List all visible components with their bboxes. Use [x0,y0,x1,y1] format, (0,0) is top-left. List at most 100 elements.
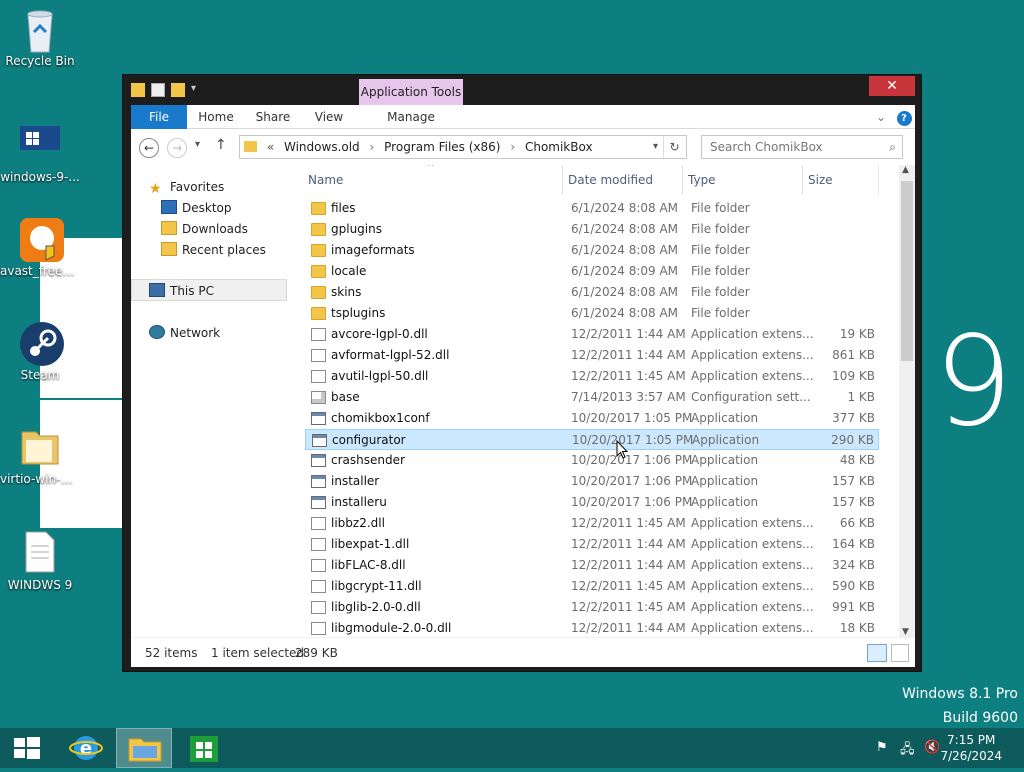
taskbar-clock[interactable]: 7:15 PM 7/26/2024 [940,732,1002,764]
tab-file[interactable]: File [131,105,187,129]
file-row[interactable]: avutil-lgpl-50.dll 12/2/2011 1:45 AM Appli… [305,366,879,387]
desktop-icon-virtio-folder[interactable]: virtio-win-0.... [0,424,80,486]
chevron-down-icon[interactable]: ▾ [191,83,205,97]
tab-manage[interactable]: Manage [359,105,463,129]
forward-button[interactable]: → [167,138,187,158]
desktop-icon-recycle-bin[interactable]: Recycle Bin [0,6,80,68]
file-row[interactable]: libgcrypt-11.dll 12/2/2011 1:45 AM Applica… [305,576,879,597]
recent-locations-icon[interactable]: ▾ [195,139,200,150]
new-folder-icon[interactable] [171,83,185,97]
close-button[interactable]: ✕ [869,76,915,96]
search-icon[interactable]: ⌕ [889,136,896,158]
address-bar[interactable]: « Windows.old › Program Files (x86) › Ch… [239,135,687,159]
file-row[interactable]: libexpat-1.dll 12/2/2011 1:44 AM Applicati… [305,534,879,555]
breadcrumb-windows-old[interactable]: Windows.old [284,140,360,154]
nav-desktop[interactable]: Desktop [161,198,232,218]
nav-recent-places[interactable]: Recent places [161,240,266,260]
explorer-window[interactable]: ▾ Application Tools ✕ File Home Share Vi… [122,74,922,672]
file-row[interactable]: skins 6/1/2024 8:08 AM File folder [305,282,879,303]
column-header-type[interactable]: Type [683,165,803,195]
start-button[interactable] [0,728,56,768]
desktop-icon-steam[interactable]: Steam [0,320,80,382]
scroll-up-icon[interactable]: ▲ [902,165,909,175]
file-row[interactable]: installeru 10/20/2017 1:06 PM Application 1… [305,492,879,513]
file-row[interactable]: avformat-lgpl-52.dll 12/2/2011 1:44 AM App… [305,345,879,366]
ribbon-tabs: File Home Share View Manage ⌄ ? [131,105,915,129]
back-button[interactable]: ← [139,138,159,158]
refresh-button[interactable]: ↻ [663,136,685,158]
help-icon[interactable]: ? [895,105,913,129]
desktop-icon-avast[interactable]: avast_free_a... [0,216,80,278]
tab-home[interactable]: Home [193,105,239,129]
properties-icon[interactable] [151,83,165,97]
file-list[interactable]: ^ Name Date modified Type Size files 6/1/… [303,165,897,637]
nav-label: Network [170,326,221,340]
file-name: libgcrypt-11.dll [331,579,422,593]
details-view-icon[interactable] [867,644,887,662]
file-row[interactable]: locale 6/1/2024 8:09 AM File folder [305,261,879,282]
large-icons-view-icon[interactable] [891,644,909,662]
file-row[interactable]: crashsender 10/20/2017 1:06 PM Application… [305,450,879,471]
application-icon [311,454,326,467]
desktop-icon-windws9-text[interactable]: WINDWS 9 [0,530,80,592]
file-row[interactable]: chomikbox1conf 10/20/2017 1:05 PM Applicat… [305,408,879,429]
desktop-icon-label: WINDWS 9 [7,578,73,592]
column-header-date[interactable]: Date modified [563,165,683,195]
file-date: 6/1/2024 8:08 AM [571,285,679,299]
nav-thispc[interactable]: This PC [149,281,214,301]
vertical-scrollbar[interactable]: ▲ ▼ [899,165,915,637]
tab-share[interactable]: Share [249,105,297,129]
desktop-icon-windows9-file[interactable]: windows-9-... [0,122,80,184]
wallpaper-nine: 9 [934,310,1013,454]
internet-explorer-icon: e [69,736,103,760]
file-row-selected[interactable]: configurator 10/20/2017 1:05 PM Applicatio… [305,429,879,450]
file-size: 19 KB [839,327,875,341]
breadcrumb-chomikbox[interactable]: ChomikBox [525,140,593,154]
folder-icon [311,223,326,236]
windows-logo-icon [14,737,40,759]
file-size: 377 KB [832,411,875,425]
computer-icon [149,283,165,297]
file-row[interactable]: installer 10/20/2017 1:06 PM Application 15… [305,471,879,492]
file-row[interactable]: libFLAC-8.dll 12/2/2011 1:44 AM Applicatio… [305,555,879,576]
scroll-down-icon[interactable]: ▼ [902,627,909,637]
address-row: ← → ▾ ↑ « Windows.old › Program Files (x… [131,129,915,165]
file-row[interactable]: tsplugins 6/1/2024 8:08 AM File folder [305,303,879,324]
search-input[interactable]: Search ChomikBox ⌕ [701,135,903,159]
file-row[interactable]: files 6/1/2024 8:08 AM File folder [305,198,879,219]
taskbar-store[interactable] [176,728,232,768]
taskbar-file-explorer[interactable] [116,728,172,768]
network-tray-icon[interactable]: 🖧 [900,740,915,762]
desktop-icon-label: Recycle Bin [5,54,75,68]
column-header-name[interactable]: Name [303,165,563,195]
dll-file-icon [311,517,326,530]
title-bar[interactable]: ▾ Application Tools ✕ [123,75,921,105]
tab-view[interactable]: View [307,105,351,129]
quick-access-toolbar: ▾ [131,83,205,97]
nav-downloads[interactable]: Downloads [161,219,248,239]
address-dropdown-icon[interactable]: ▾ [653,136,658,158]
file-row[interactable]: libbz2.dll 12/2/2011 1:45 AM Application e… [305,513,879,534]
file-date: 12/2/2011 1:44 AM [571,621,686,635]
nav-network[interactable]: Network [149,323,220,343]
file-size: 66 KB [839,516,875,530]
column-header-size[interactable]: Size [803,165,879,195]
volume-muted-icon[interactable]: 🔇 [924,740,940,755]
file-row[interactable]: avcore-lgpl-0.dll 12/2/2011 1:44 AM Applic… [305,324,879,345]
file-row[interactable]: base 7/14/2013 3:57 AM Configuration sett.… [305,387,879,408]
action-center-flag-icon[interactable]: ⚑ [876,740,888,755]
breadcrumb-program-files[interactable]: Program Files (x86) [384,140,500,154]
file-row[interactable]: gplugins 6/1/2024 8:08 AM File folder [305,219,879,240]
taskbar-internet-explorer[interactable]: e [58,728,114,768]
scroll-thumb[interactable] [901,181,913,361]
content-area: ★ Favorites Desktop Downloads Recent plac… [131,165,915,637]
file-row[interactable]: libglib-2.0-0.dll 12/2/2011 1:45 AM Applic… [305,597,879,618]
file-row[interactable]: libgmodule-2.0-0.dll 12/2/2011 1:44 AM App… [305,618,879,637]
up-button[interactable]: ↑ [215,137,227,153]
address-prefix[interactable]: « [267,140,274,154]
ribbon-expand-icon[interactable]: ⌄ [871,105,891,129]
file-row[interactable]: imageformats 6/1/2024 8:08 AM File folder [305,240,879,261]
file-type: File folder [691,222,750,236]
nav-favorites[interactable]: ★ Favorites [149,177,224,197]
file-name: libglib-2.0-0.dll [331,600,421,614]
